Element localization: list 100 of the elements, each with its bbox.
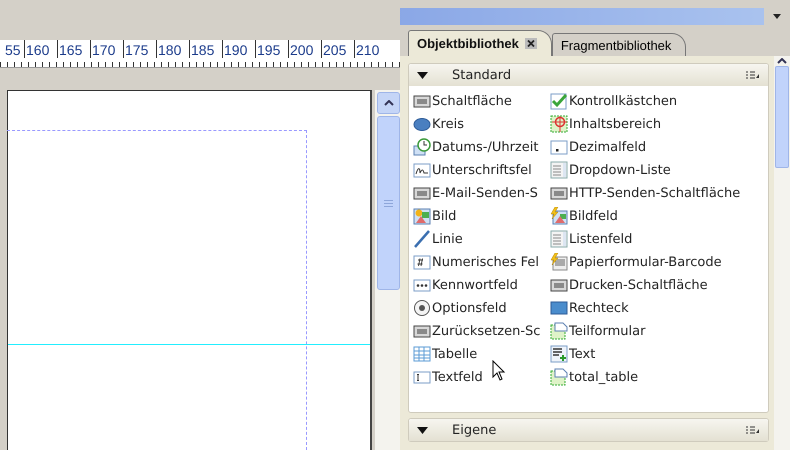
scroll-up-button[interactable] [377,92,400,114]
section-header[interactable]: Eigene [409,419,768,441]
library-object[interactable]: Datums-/Uhrzeit [413,138,550,156]
table-icon [413,345,431,363]
scrollbar[interactable] [375,90,400,450]
grid-field-icon [413,253,431,271]
library-object[interactable]: Kreis [413,115,550,133]
object-label: Textfeld [432,370,483,384]
library-object[interactable]: HTTP-Senden-Schaltfläche [550,184,768,202]
ruler-label: 200 [288,40,321,58]
library-object[interactable]: total_table [550,368,768,386]
object-label: Text [569,346,596,362]
chevron-up-icon [384,100,394,106]
library-object[interactable]: Numerisches Fel [413,253,550,271]
library-object[interactable]: Bildfeld [550,207,768,225]
library-object[interactable]: Linie [413,230,550,248]
object-label: Optionsfeld [432,300,507,316]
object-label: Dropdown-Liste [569,162,671,178]
library-object[interactable]: E-Mail-Senden-S [413,184,550,202]
object-label: Inhaltsbereich [569,116,662,132]
list-icon [550,230,568,248]
library-tab[interactable]: Fragmentbibliothek [552,33,686,56]
dropdown-icon [550,161,568,179]
object-label: total_table [569,370,638,384]
library-object[interactable]: Optionsfeld [413,299,550,317]
decimal-field-icon [550,138,568,156]
page-icon [550,368,568,386]
object-label: Zurücksetzen-Sc [432,324,540,338]
library-object[interactable]: Text [550,345,768,363]
ruler-label: 55 [4,41,22,58]
shapes-picture-icon [413,207,431,225]
ruler-label: 190 [222,40,255,58]
library-object[interactable]: Papierformular-Barcode [550,253,768,271]
ruler-label: 205 [321,40,354,58]
ruler-label: 210 [354,40,387,58]
radio-icon [413,299,431,317]
library-object[interactable]: Dropdown-Liste [550,161,768,179]
object-label: Kreis [432,116,464,132]
object-label: Kontrollkästchen [569,94,678,108]
ruler-label: 160 [24,40,57,58]
diagonal-line-icon [413,230,431,248]
object-label: Schaltfläche [432,94,512,108]
rectangle-icon [550,299,568,317]
library-object[interactable]: Schaltfläche [413,92,550,110]
clock-icon [413,138,431,156]
library-object[interactable]: Rechteck [550,299,768,317]
signature-icon [413,161,431,179]
library-object[interactable]: Drucken-Schaltfläche [550,276,768,294]
ruler-label: 175 [123,40,156,58]
scroll-thumb[interactable] [775,66,789,168]
section-title: Standard [452,68,512,82]
object-label: Linie [432,232,463,246]
dropdown-arrow-icon[interactable] [773,14,781,19]
section-title: Eigene [452,422,498,438]
ruler-label: 180 [156,40,189,58]
library-tab[interactable]: Objektbibliothek [408,30,552,56]
object-label: Numerisches Fel [432,254,540,270]
text-plus-icon [550,345,568,363]
library-object[interactable]: Tabelle [413,345,550,363]
grip-icon [384,200,393,206]
object-label: Drucken-Schaltfläche [569,278,708,292]
library-object[interactable]: Teilformular [550,322,768,340]
barcode-icon [550,253,568,271]
library-object[interactable]: Listenfeld [550,230,768,248]
checkmark-icon [550,92,568,110]
ruler-label: 170 [90,40,123,58]
ruler-label: 165 [57,40,90,58]
ellipse-icon [413,115,431,133]
crosshair-icon [550,115,568,133]
chevron-up-icon[interactable] [777,58,787,64]
collapse-triangle-icon[interactable] [417,426,428,434]
object-label: E-Mail-Senden-S [432,186,538,200]
object-label: Dezimalfeld [569,140,646,154]
object-label: Tabelle [432,346,478,362]
object-label: Kennwortfeld [432,278,518,292]
mouse-pointer-icon [492,360,506,382]
library-object[interactable]: Inhaltsbereich [550,115,768,133]
object-label: Bildfeld [569,208,618,224]
object-label: Datums-/Uhrzeit [432,140,538,154]
library-object[interactable]: Zurücksetzen-Sc [413,322,550,340]
library-object[interactable]: Bild [413,207,550,225]
ruler-label: 195 [255,40,288,58]
section-header[interactable]: Standard [409,64,768,86]
object-label: Listenfeld [569,232,632,246]
library-object[interactable]: Unterschriftsfel [413,161,550,179]
object-label: HTTP-Senden-Schaltfläche [569,186,740,200]
library-object[interactable]: Dezimalfeld [550,138,768,156]
library-object[interactable]: Textfeld [413,368,550,386]
scrollbar[interactable] [774,56,790,450]
collapse-triangle-icon[interactable] [417,72,428,78]
page-icon [550,322,568,340]
library-object[interactable]: Kennwortfeld [413,276,550,294]
scroll-thumb[interactable] [377,116,400,290]
list-menu-icon[interactable] [746,71,760,79]
list-menu-icon[interactable] [746,426,760,434]
object-label: Teilformular [569,324,646,338]
object-label: Bild [432,208,456,224]
library-object[interactable]: Kontrollkästchen [550,92,768,110]
ruler-label: 185 [189,40,222,58]
close-icon[interactable] [524,38,537,49]
